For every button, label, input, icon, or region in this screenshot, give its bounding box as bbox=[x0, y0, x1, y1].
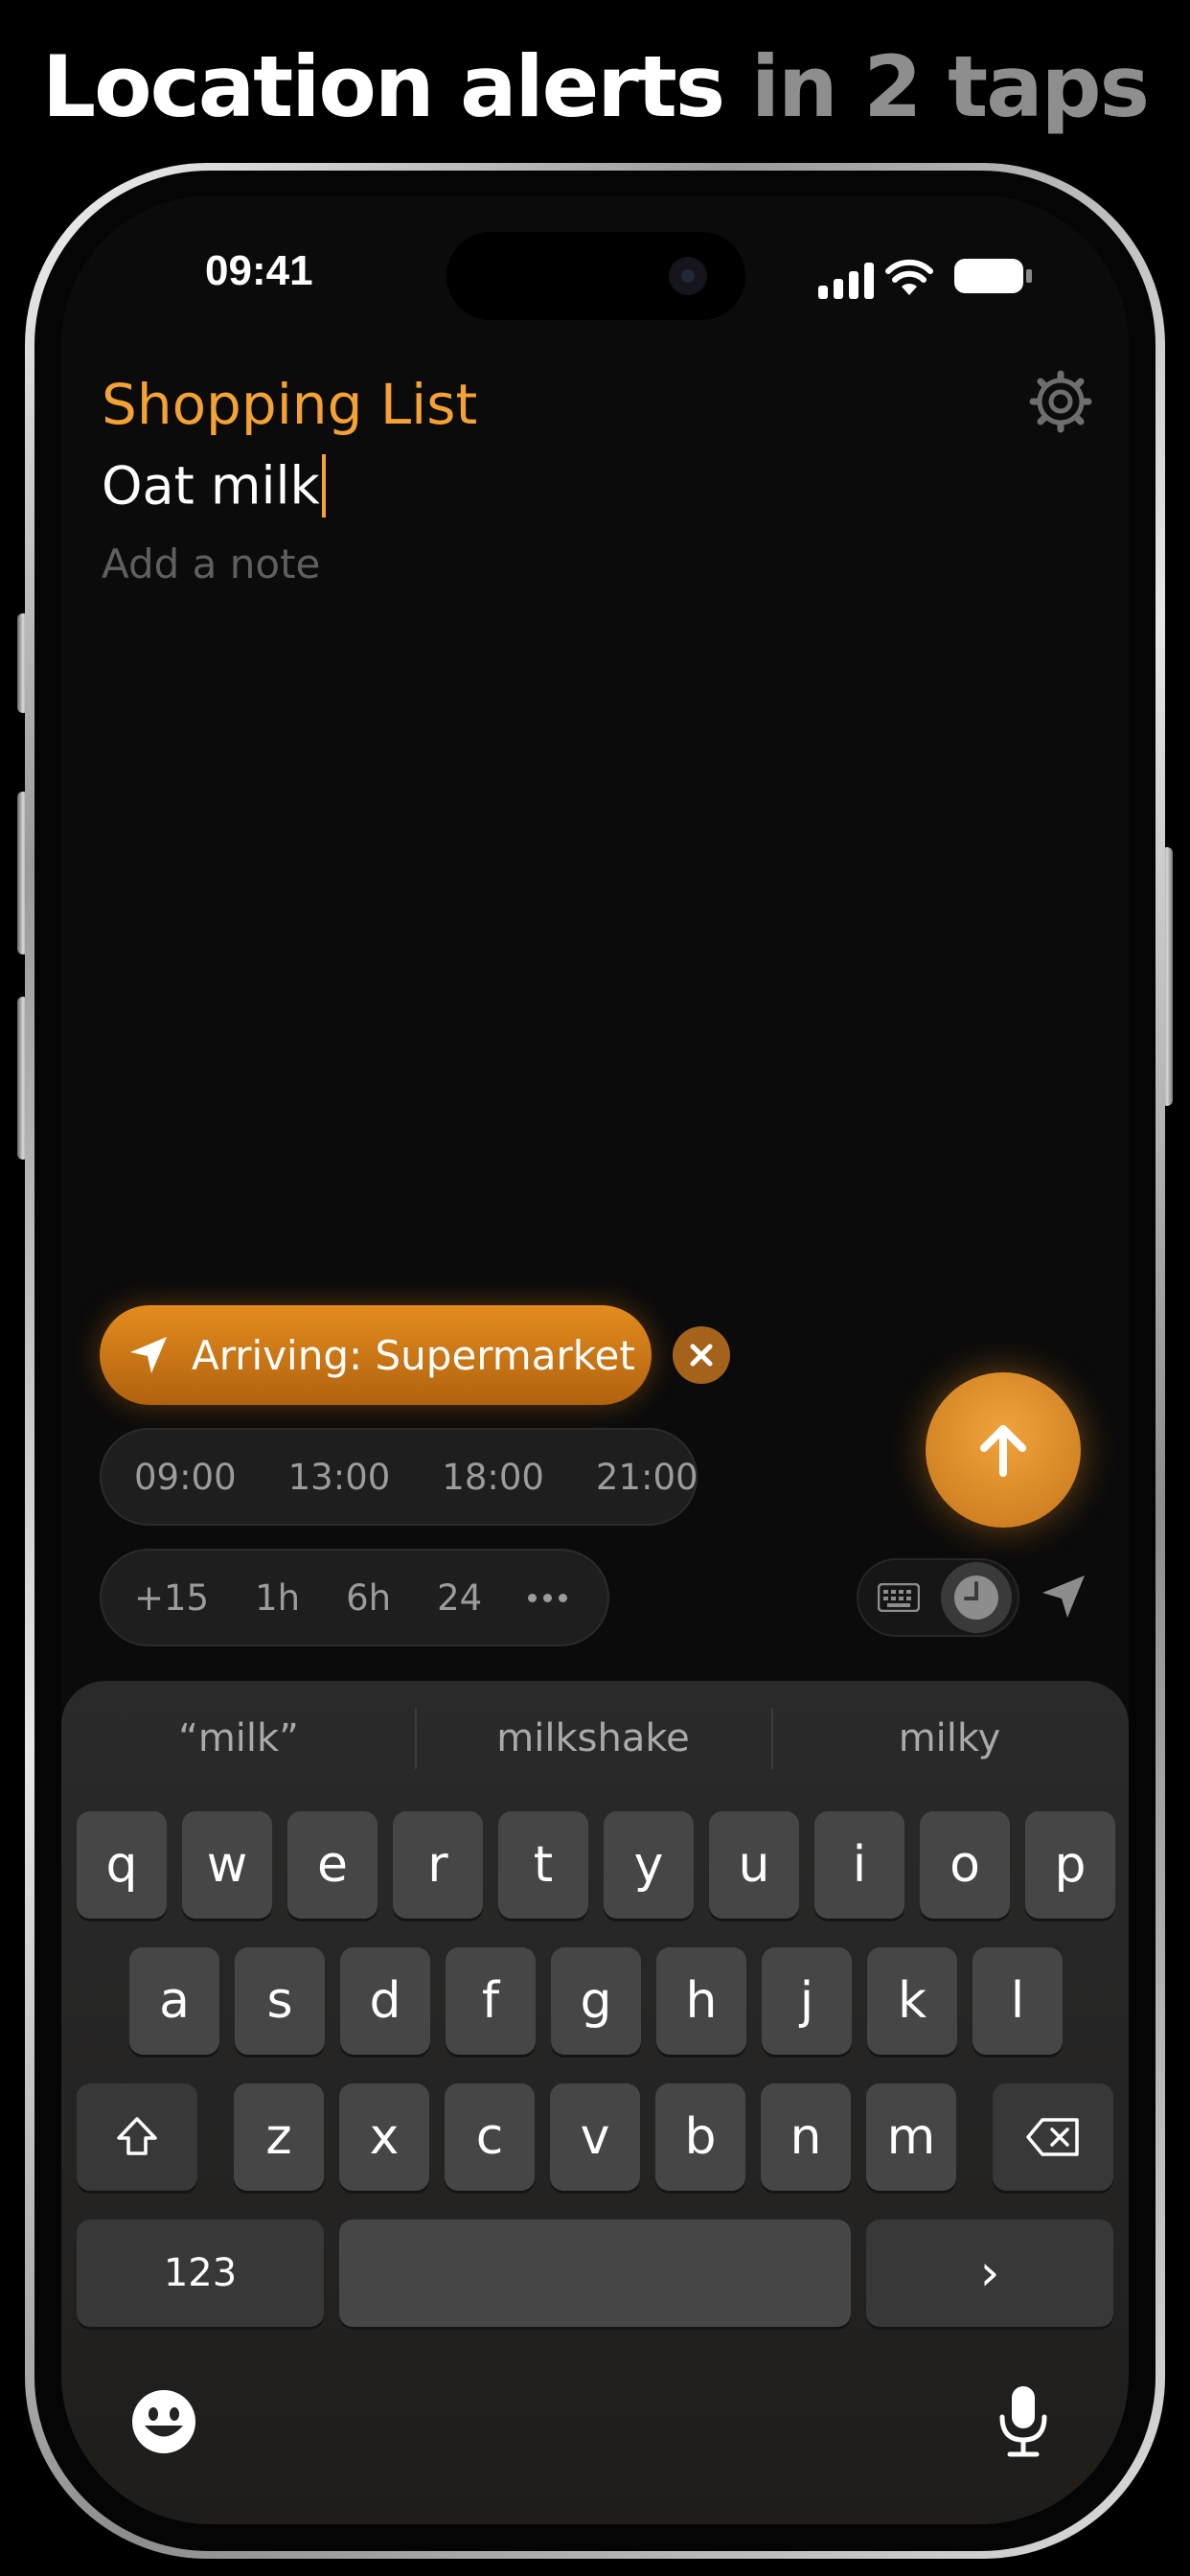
suggestion-divider bbox=[415, 1708, 417, 1769]
suggestion-2[interactable]: milkshake bbox=[435, 1708, 751, 1769]
key-c[interactable]: c bbox=[445, 2083, 535, 2191]
clock-icon bbox=[954, 1576, 998, 1620]
time-mode-button[interactable] bbox=[941, 1562, 1012, 1633]
quick-preset-6h[interactable]: 6h bbox=[346, 1577, 391, 1619]
quick-presets: +15 1h 6h 24 bbox=[100, 1549, 609, 1646]
front-camera bbox=[669, 257, 707, 295]
key-r[interactable]: r bbox=[393, 1811, 483, 1919]
suggestion-3[interactable]: milky bbox=[791, 1708, 1108, 1769]
key-u[interactable]: u bbox=[709, 1811, 799, 1919]
quick-preset-15[interactable]: +15 bbox=[134, 1577, 209, 1619]
key-q[interactable]: q bbox=[77, 1811, 167, 1919]
key-w[interactable]: w bbox=[182, 1811, 272, 1919]
suggestion-divider bbox=[771, 1708, 773, 1769]
key-k[interactable]: k bbox=[867, 1947, 957, 2055]
key-a[interactable]: a bbox=[129, 1947, 219, 2055]
key-z[interactable]: z bbox=[234, 2083, 324, 2191]
location-alert-label: Arriving: Supermarket bbox=[192, 1331, 635, 1379]
item-input[interactable]: Oat milk bbox=[102, 454, 326, 521]
key-b[interactable]: b bbox=[655, 2083, 745, 2191]
input-mode-selector bbox=[857, 1558, 1019, 1637]
numbers-key[interactable]: 123 bbox=[77, 2220, 324, 2327]
key-v[interactable]: v bbox=[550, 2083, 640, 2191]
space-key[interactable] bbox=[339, 2220, 851, 2327]
key-h[interactable]: h bbox=[656, 1947, 746, 2055]
key-j[interactable]: j bbox=[762, 1947, 852, 2055]
time-preset-1800[interactable]: 18:00 bbox=[442, 1457, 544, 1498]
note-field[interactable]: Add a note bbox=[102, 540, 320, 587]
headline-part-1: Location alerts bbox=[42, 37, 725, 136]
suggestion-1[interactable]: “milk” bbox=[80, 1708, 397, 1769]
key-l[interactable]: l bbox=[973, 1947, 1063, 2055]
send-button[interactable] bbox=[926, 1372, 1081, 1528]
list-title[interactable]: Shopping List bbox=[102, 372, 477, 437]
key-n[interactable]: n bbox=[761, 2083, 851, 2191]
key-g[interactable]: g bbox=[551, 1947, 641, 2055]
key-d[interactable]: d bbox=[340, 1947, 430, 2055]
status-time: 09:41 bbox=[205, 247, 313, 294]
text-cursor bbox=[321, 454, 326, 518]
shift-icon bbox=[117, 2117, 157, 2155]
key-i[interactable]: i bbox=[814, 1811, 904, 1919]
key-o[interactable]: o bbox=[920, 1811, 1010, 1919]
phone-screen: 09:41 Shopping List Oat milk Add a note bbox=[61, 196, 1129, 2524]
keyboard: “milk” milkshake milky qwertyuiop asdfgh… bbox=[61, 1681, 1129, 2524]
key-m[interactable]: m bbox=[866, 2083, 956, 2191]
backspace-icon bbox=[1026, 2118, 1079, 2156]
item-text: Oat milk bbox=[102, 455, 320, 517]
quick-preset-1h[interactable]: 1h bbox=[255, 1577, 300, 1619]
wifi-icon bbox=[885, 259, 933, 295]
clear-location-button[interactable] bbox=[673, 1326, 730, 1384]
battery-icon bbox=[954, 259, 1032, 293]
headline-part-2: in 2 taps bbox=[750, 37, 1150, 136]
key-y[interactable]: y bbox=[604, 1811, 694, 1919]
gear-icon[interactable] bbox=[1029, 370, 1092, 433]
keyboard-icon[interactable] bbox=[878, 1583, 920, 1612]
dynamic-island bbox=[446, 232, 745, 320]
emoji-icon[interactable] bbox=[130, 2388, 197, 2455]
cellular-signal-icon bbox=[818, 263, 874, 299]
time-preset-1300[interactable]: 13:00 bbox=[288, 1457, 391, 1498]
location-arrow-icon bbox=[130, 1337, 167, 1373]
return-key[interactable]: › bbox=[866, 2220, 1113, 2327]
time-presets: 09:00 13:00 18:00 21:00 bbox=[100, 1428, 698, 1526]
location-alert-chip[interactable]: Arriving: Supermarket bbox=[100, 1305, 652, 1405]
close-icon bbox=[690, 1344, 713, 1367]
key-f[interactable]: f bbox=[446, 1947, 536, 2055]
quick-preset-24[interactable]: 24 bbox=[437, 1577, 482, 1619]
key-s[interactable]: s bbox=[235, 1947, 325, 2055]
shift-key[interactable] bbox=[77, 2083, 197, 2191]
time-preset-0900[interactable]: 09:00 bbox=[134, 1457, 237, 1498]
time-preset-2100[interactable]: 21:00 bbox=[596, 1457, 698, 1498]
key-t[interactable]: t bbox=[498, 1811, 588, 1919]
more-options-icon[interactable] bbox=[528, 1593, 568, 1602]
key-x[interactable]: x bbox=[339, 2083, 429, 2191]
key-e[interactable]: e bbox=[287, 1811, 378, 1919]
location-mode-icon[interactable] bbox=[1039, 1572, 1088, 1622]
headline: Location alerts in 2 taps bbox=[0, 34, 1190, 140]
backspace-key[interactable] bbox=[993, 2083, 1113, 2191]
microphone-icon[interactable] bbox=[996, 2382, 1050, 2459]
arrow-up-icon bbox=[980, 1425, 1026, 1477]
key-p[interactable]: p bbox=[1025, 1811, 1115, 1919]
